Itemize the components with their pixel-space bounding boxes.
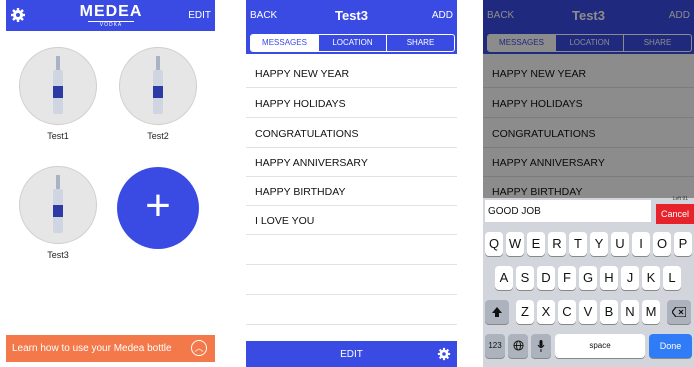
characters-left: Left 91: [672, 196, 688, 202]
tutorial-banner[interactable]: Learn how to use your Medea bottle ︿: [6, 335, 215, 362]
message-text: I LOVE YOU: [255, 215, 315, 227]
message-text: CONGRATULATIONS: [255, 128, 359, 140]
done-button[interactable]: Done: [649, 334, 692, 358]
list-item[interactable]: HAPPY NEW YEAR: [246, 58, 457, 88]
space-key[interactable]: space: [555, 334, 645, 358]
dim-overlay: [483, 0, 694, 198]
edit-message-screen: BACK Test3 ADD MESSAGES LOCATION SHARE H…: [483, 0, 694, 367]
gear-icon[interactable]: [10, 7, 26, 23]
globe-icon: [512, 340, 524, 351]
key[interactable]: O: [653, 232, 671, 256]
key[interactable]: A: [495, 266, 513, 290]
bottle-circle: [19, 166, 97, 244]
banner-text: Learn how to use your Medea bottle: [12, 343, 172, 354]
tab-share[interactable]: SHARE: [387, 35, 454, 51]
key[interactable]: Z: [516, 300, 534, 324]
brand-sub: VODKA: [88, 21, 134, 28]
bottle-name: Test1: [47, 131, 69, 141]
key[interactable]: S: [516, 266, 534, 290]
key[interactable]: L: [663, 266, 681, 290]
bottle-name: Test3: [47, 250, 69, 260]
key[interactable]: H: [600, 266, 618, 290]
key[interactable]: T: [569, 232, 587, 256]
globe-key[interactable]: [508, 334, 528, 358]
list-item[interactable]: CONGRATULATIONS: [246, 118, 457, 148]
key[interactable]: G: [579, 266, 597, 290]
edit-button[interactable]: EDIT: [246, 349, 457, 360]
key[interactable]: J: [621, 266, 639, 290]
key[interactable]: U: [611, 232, 629, 256]
message-text: HAPPY HOLIDAYS: [255, 98, 346, 110]
shift-icon: [492, 307, 502, 317]
add-button[interactable]: ADD: [432, 10, 453, 21]
top-bar: MEDEA VODKA EDIT: [6, 0, 215, 31]
empty-row: [246, 265, 457, 295]
key[interactable]: B: [600, 300, 618, 324]
message-text: HAPPY BIRTHDAY: [255, 186, 346, 198]
key[interactable]: F: [558, 266, 576, 290]
empty-row: [246, 295, 457, 325]
brand-logo: MEDEA VODKA: [76, 3, 146, 29]
message-input-bar: GOOD JOB Left 91 Cancel: [483, 196, 694, 226]
backspace-key[interactable]: [667, 300, 691, 324]
brand-name: MEDEA: [79, 3, 143, 20]
key[interactable]: I: [632, 232, 650, 256]
list-item[interactable]: HAPPY ANNIVERSARY: [246, 147, 457, 177]
list-item[interactable]: HAPPY BIRTHDAY: [246, 176, 457, 206]
bottle-icon: [53, 175, 63, 233]
message-text: HAPPY NEW YEAR: [255, 68, 350, 80]
bottle-tile[interactable]: Test3: [17, 166, 99, 260]
gear-icon[interactable]: [437, 347, 451, 361]
key[interactable]: W: [506, 232, 524, 256]
message-text: HAPPY ANNIVERSARY: [255, 157, 368, 169]
plus-icon: +: [145, 181, 171, 230]
key[interactable]: D: [537, 266, 555, 290]
empty-row: [246, 235, 457, 265]
tab-location[interactable]: LOCATION: [319, 35, 387, 51]
bottle-icon: [53, 56, 63, 114]
bottle-circle: [119, 47, 197, 125]
bottle-icon: [153, 56, 163, 114]
bottom-bar: EDIT: [246, 341, 457, 367]
bottle-tile[interactable]: Test1: [17, 47, 99, 141]
backspace-icon: [671, 306, 687, 318]
numbers-key[interactable]: 123: [485, 334, 505, 358]
keyboard: Q W E R T Y U I O P A S D F G H J K L Z …: [483, 226, 694, 367]
segmented-tabs: MESSAGES LOCATION SHARE: [250, 34, 455, 52]
page-title: Test3: [335, 8, 368, 23]
key[interactable]: Q: [485, 232, 503, 256]
add-bottle-button[interactable]: +: [117, 167, 199, 249]
top-bar: BACK Test3 ADD: [246, 0, 457, 31]
key[interactable]: K: [642, 266, 660, 290]
key[interactable]: N: [621, 300, 639, 324]
list-item[interactable]: I LOVE YOU: [246, 205, 457, 235]
bottle-tile[interactable]: Test2: [117, 47, 199, 141]
key[interactable]: P: [674, 232, 692, 256]
microphone-icon: [537, 340, 545, 352]
bottle-circle: [19, 47, 97, 125]
chevron-up-circle-icon[interactable]: ︿: [191, 340, 207, 356]
edit-button[interactable]: EDIT: [188, 10, 211, 21]
key[interactable]: Y: [590, 232, 608, 256]
key[interactable]: X: [537, 300, 555, 324]
key[interactable]: C: [558, 300, 576, 324]
message-input[interactable]: GOOD JOB: [485, 200, 651, 222]
messages-screen: BACK Test3 ADD MESSAGES LOCATION SHARE H…: [246, 0, 457, 367]
key[interactable]: M: [642, 300, 660, 324]
message-input-value: GOOD JOB: [488, 206, 541, 217]
bottle-list-screen: MEDEA VODKA EDIT Test1 Test2 Test3 + Lea…: [6, 0, 215, 367]
key[interactable]: V: [579, 300, 597, 324]
key[interactable]: E: [527, 232, 545, 256]
cancel-button[interactable]: Cancel: [656, 204, 694, 224]
list-item[interactable]: HAPPY HOLIDAYS: [246, 88, 457, 118]
bottle-name: Test2: [147, 131, 169, 141]
microphone-key[interactable]: [531, 334, 551, 358]
key[interactable]: R: [548, 232, 566, 256]
tab-messages[interactable]: MESSAGES: [251, 35, 319, 51]
shift-key[interactable]: [485, 300, 509, 324]
